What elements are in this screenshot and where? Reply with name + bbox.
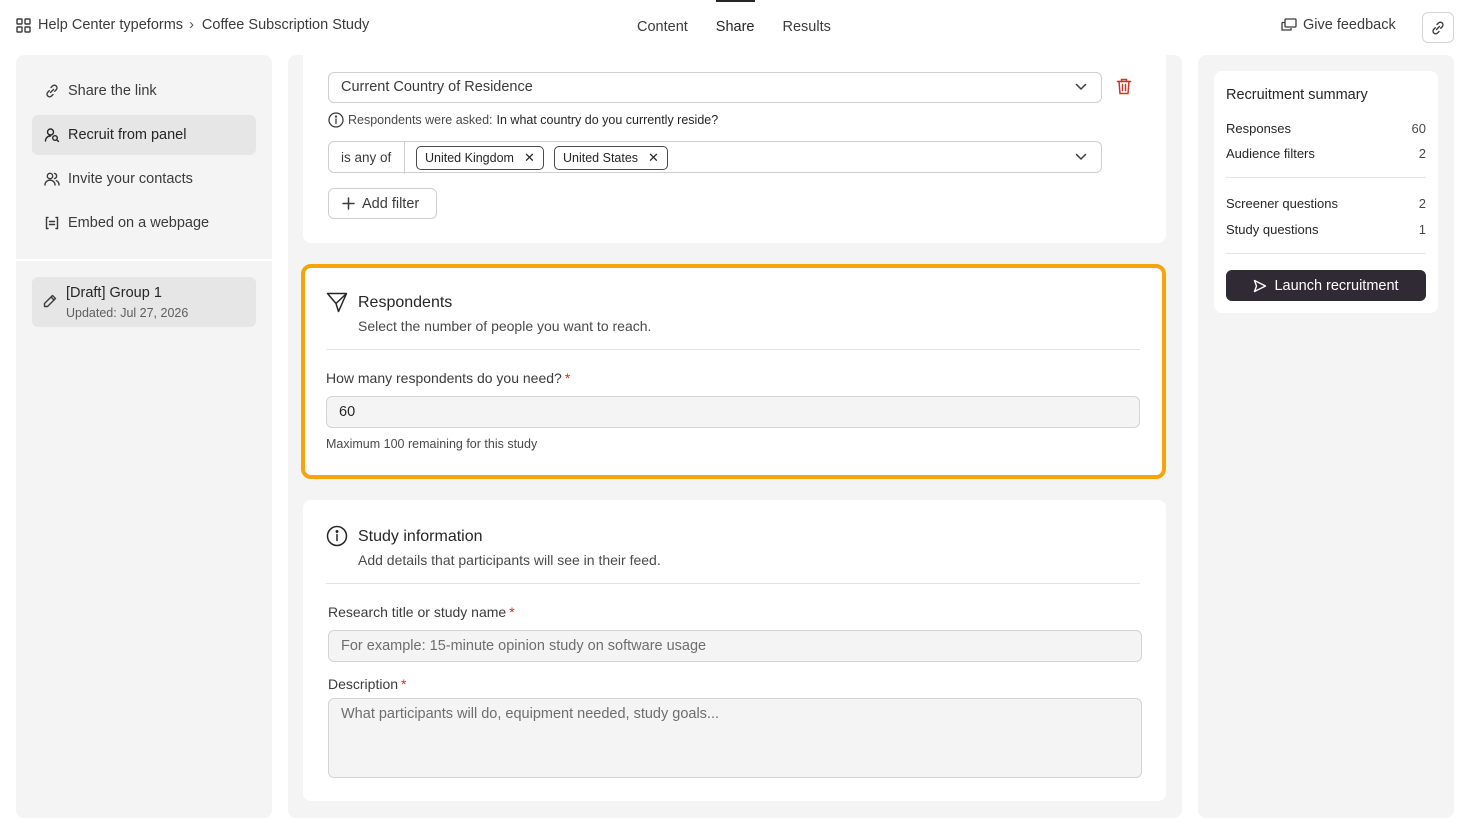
study-info-title: Study information: [358, 528, 483, 545]
tab-share[interactable]: Share: [715, 0, 755, 54]
summary-row-label: Audience filters: [1226, 146, 1315, 161]
respondents-count-label: How many respondents do you need? *: [326, 370, 570, 386]
filter-operator[interactable]: is any of: [329, 142, 405, 174]
link-icon: [44, 83, 68, 99]
filter-condition-select[interactable]: is any of United Kingdom ✕ United States…: [328, 141, 1102, 174]
feedback-icon: [1281, 18, 1303, 32]
filter-chip: United Kingdom ✕: [416, 146, 544, 170]
top-bar: Help Center typeforms › Coffee Subscript…: [0, 0, 1470, 54]
chevron-down-icon: [1075, 83, 1087, 91]
description-label: Description *: [328, 676, 406, 692]
asked-question: In what country do you currently reside?: [496, 113, 719, 127]
filter-chip: United States ✕: [554, 146, 668, 170]
remove-chip-icon[interactable]: ✕: [648, 150, 659, 166]
chip-label: United Kingdom: [425, 151, 514, 165]
group-updated: Updated: Jul 27, 2026: [66, 306, 189, 320]
sidebar-item-invite-contacts[interactable]: Invite your contacts: [32, 159, 256, 199]
asked-prefix: Respondents were asked:: [348, 113, 493, 127]
users-icon: [44, 171, 68, 187]
embed-icon: [44, 215, 68, 231]
summary-row-value: 60: [1411, 121, 1426, 136]
summary-divider: [1226, 253, 1426, 254]
summary-row-study-questions: Study questions 1: [1226, 222, 1426, 237]
sidebar-item-share-link[interactable]: Share the link: [32, 71, 256, 111]
info-icon: [328, 112, 348, 128]
summary-divider: [1226, 177, 1426, 178]
chevron-down-icon: [1075, 153, 1087, 161]
send-icon: [326, 291, 348, 313]
launch-recruitment-label: Launch recruitment: [1274, 277, 1399, 294]
filter-question-value: Current Country of Residence: [341, 79, 533, 95]
filter-question-select[interactable]: Current Country of Residence: [328, 72, 1102, 103]
respondents-card: Respondents Select the number of people …: [301, 264, 1166, 479]
sidebar-item-embed[interactable]: Embed on a webpage: [32, 203, 256, 243]
research-title-label-text: Research title or study name: [328, 604, 507, 620]
summary-row-label: Screener questions: [1226, 196, 1339, 211]
summary-row-value: 2: [1418, 146, 1426, 161]
section-divider: [326, 583, 1140, 584]
share-methods-sidebar: Share the link Recruit from panel Invite…: [16, 55, 272, 818]
respondents-subtitle: Select the number of people you want to …: [358, 318, 652, 334]
research-title-label: Research title or study name *: [328, 604, 515, 620]
delete-filter-icon[interactable]: [1116, 78, 1132, 95]
respondents-hint: Maximum 100 remaining for this study: [326, 437, 538, 451]
tab-bar: Content Share Results: [637, 0, 859, 54]
respondents-count-input[interactable]: 60: [326, 396, 1140, 428]
launch-recruitment-button[interactable]: Launch recruitment: [1226, 270, 1426, 301]
breadcrumb: Help Center typeforms › Coffee Subscript…: [16, 17, 369, 33]
give-feedback-button[interactable]: Give feedback: [1281, 17, 1396, 33]
add-filter-button[interactable]: Add filter: [328, 188, 437, 219]
audience-filter-card: Current Country of Residence Respondents…: [303, 55, 1166, 243]
required-mark: *: [509, 604, 515, 620]
sidebar-item-label: Recruit from panel: [68, 127, 187, 143]
recruitment-summary-card: Recruitment summary Responses 60 Audienc…: [1214, 71, 1438, 313]
required-mark: *: [564, 370, 571, 386]
chip-label: United States: [563, 151, 639, 165]
summary-row-value: 2: [1418, 196, 1426, 211]
tab-content[interactable]: Content: [637, 0, 688, 54]
description-label-text: Description: [328, 676, 399, 692]
summary-sidebar: Recruitment summary Responses 60 Audienc…: [1198, 55, 1454, 818]
info-icon: [326, 525, 348, 547]
link-icon: [1430, 20, 1446, 36]
user-search-icon: [44, 127, 68, 143]
sidebar-item-label: Share the link: [68, 83, 157, 99]
summary-row-value: 1: [1418, 222, 1426, 237]
copy-link-button[interactable]: [1422, 12, 1454, 43]
summary-row-label: Responses: [1226, 121, 1292, 136]
sidebar-item-label: Invite your contacts: [68, 171, 193, 187]
apps-grid-icon[interactable]: [16, 17, 31, 33]
description-textarea[interactable]: What participants will do, equipment nee…: [328, 698, 1142, 778]
required-mark: *: [401, 676, 407, 692]
summary-row-responses: Responses 60: [1226, 121, 1426, 136]
section-divider: [326, 349, 1140, 350]
main-content: Current Country of Residence Respondents…: [288, 55, 1182, 818]
study-information-card: Study information Add details that parti…: [303, 500, 1166, 801]
breadcrumb-form[interactable]: Coffee Subscription Study: [202, 17, 369, 33]
sidebar-divider: [16, 259, 272, 261]
give-feedback-label: Give feedback: [1303, 17, 1396, 33]
filter-asked-note: Respondents were asked: In what country …: [328, 112, 718, 128]
sidebar-item-recruit-panel[interactable]: Recruit from panel: [32, 115, 256, 155]
add-filter-label: Add filter: [362, 195, 420, 212]
summary-row-audience-filters: Audience filters 2: [1226, 146, 1426, 161]
respondents-count-label-text: How many respondents do you need?: [326, 370, 562, 386]
summary-title: Recruitment summary: [1226, 87, 1368, 103]
tab-results[interactable]: Results: [783, 0, 831, 54]
study-info-subtitle: Add details that participants will see i…: [358, 552, 661, 568]
summary-row-screener-questions: Screener questions 2: [1226, 196, 1426, 211]
summary-row-label: Study questions: [1226, 222, 1319, 237]
send-icon: [1253, 279, 1274, 293]
draft-group-card[interactable]: [Draft] Group 1 Updated: Jul 27, 2026: [32, 277, 256, 327]
remove-chip-icon[interactable]: ✕: [524, 150, 535, 166]
plus-icon: [342, 197, 362, 210]
group-title: [Draft] Group 1: [66, 285, 162, 301]
research-title-input[interactable]: For example: 15-minute opinion study on …: [328, 630, 1142, 662]
sidebar-item-label: Embed on a webpage: [68, 215, 210, 231]
breadcrumb-separator: ›: [189, 17, 194, 33]
breadcrumb-workspace[interactable]: Help Center typeforms: [38, 17, 183, 33]
respondents-title: Respondents: [358, 294, 453, 311]
